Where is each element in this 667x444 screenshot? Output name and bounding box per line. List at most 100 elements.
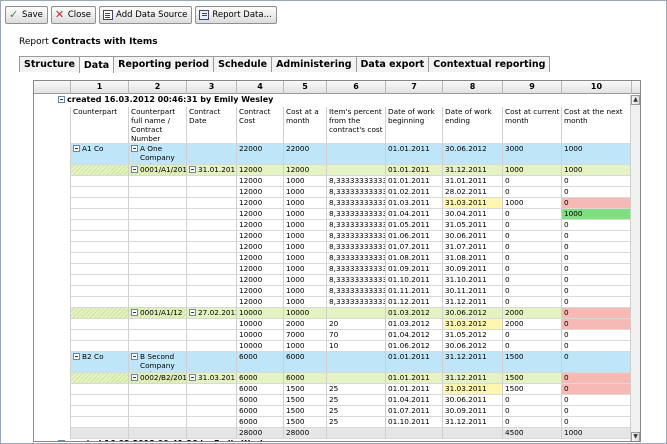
counterpart-row[interactable]: B2 Co B Second Company Ltd. 6000 6000 01.01.… xyxy=(34,352,632,373)
column-header-4[interactable]: Contract Cost xyxy=(237,107,284,144)
next-month-value: 0 xyxy=(564,395,569,404)
column-header-3[interactable]: Contract Date xyxy=(187,107,237,144)
collapse-icon[interactable] xyxy=(73,145,80,152)
collapse-icon[interactable] xyxy=(189,166,196,173)
column-header-6[interactable]: Item's percent from the contract's cost xyxy=(327,107,386,144)
item-row[interactable]: 10000 2000 20 01.03.2012 31.03.2012 2000 0 xyxy=(34,319,632,330)
tab-contextual-reporting[interactable]: Contextual reporting xyxy=(428,56,551,72)
current-month-value: 0 xyxy=(505,406,510,415)
column-number-1[interactable]: 1 xyxy=(71,81,129,94)
month-cost-cell: 10000 xyxy=(284,308,327,319)
percent-value: 8,333333333333 xyxy=(329,209,386,218)
scroll-up-icon[interactable]: ▲ xyxy=(631,95,640,105)
item-row[interactable]: 12000 1000 8,333333333333 01.05.2011 31.05.2… xyxy=(34,220,632,231)
tab-structure[interactable]: Structure xyxy=(19,56,80,72)
column-header-5[interactable]: Cost at a month xyxy=(284,107,327,144)
next-month-cell: 0 xyxy=(562,297,632,308)
contract-row[interactable]: 0002/B2/2011 31.03.2011 6000 6000 01.01.2011… xyxy=(34,373,632,384)
percent-value: 70 xyxy=(329,330,339,339)
tab-data[interactable]: Data xyxy=(78,56,115,73)
collapse-icon[interactable] xyxy=(131,166,138,173)
item-row[interactable]: 12000 1000 8,333333333333 01.10.2011 31.10.2… xyxy=(34,275,632,286)
item-row[interactable]: 10000 1000 10 01.06.2012 30.06.2012 0 0 xyxy=(34,341,632,352)
current-month-cell: 0 xyxy=(503,330,562,341)
item-row[interactable]: 6000 1500 25 01.01.2011 31.03.2011 1500 0 xyxy=(34,384,632,395)
collapse-icon[interactable] xyxy=(189,374,196,381)
full-name-value: 0001/A1/2011 xyxy=(140,165,187,174)
current-month-cell: 2000 xyxy=(503,308,562,319)
column-header-2[interactable]: Counterpart full name / Contract Number xyxy=(129,107,187,144)
column-number-10[interactable]: 10 xyxy=(562,81,632,94)
item-row[interactable]: 10000 7000 70 01.04.2012 31.05.2012 0 0 xyxy=(34,330,632,341)
tab-data-export[interactable]: Data export xyxy=(355,56,430,72)
column-number-3[interactable]: 3 xyxy=(187,81,237,94)
collapse-icon[interactable] xyxy=(189,309,196,316)
collapse-icon[interactable] xyxy=(73,353,80,360)
item-row[interactable]: 12000 1000 8,333333333333 01.11.2011 30.11.2… xyxy=(34,286,632,297)
item-row[interactable]: 12000 1000 8,333333333333 01.12.2011 31.12.2… xyxy=(34,297,632,308)
item-row[interactable]: 12000 1000 8,333333333333 01.01.2011 31.01.2… xyxy=(34,176,632,187)
contract-cost-value: 10000 xyxy=(239,308,263,317)
begin-date-value: 01.03.2012 xyxy=(388,319,430,328)
item-row[interactable]: 12000 1000 8,333333333333 01.04.2011 30.04.2… xyxy=(34,209,632,220)
column-number-5[interactable]: 5 xyxy=(284,81,327,94)
collapse-icon[interactable] xyxy=(131,374,138,381)
contract-row[interactable]: 0001/A1/2011 31.01.2011 12000 12000 01.01.20… xyxy=(34,165,632,176)
item-row[interactable]: 12000 1000 8,333333333333 01.09.2011 30.09.2… xyxy=(34,264,632,275)
row-indent xyxy=(34,231,71,242)
group-header[interactable]: created 16.03.2012 00:41:36 by Emily Wes… xyxy=(34,439,632,441)
end-date-value: 30.09.2011 xyxy=(445,264,487,273)
tab-administering[interactable]: Administering xyxy=(271,56,357,72)
percent-cell: 8,333333333333 xyxy=(327,209,386,220)
column-header-1[interactable]: Counterpart xyxy=(71,107,129,144)
column-header-10[interactable]: Cost at the next month xyxy=(562,107,632,144)
group-header-cell[interactable]: created 16.03.2012 00:46:31 by Emily Wes… xyxy=(56,95,626,107)
percent-value: 8,333333333333 xyxy=(329,220,386,229)
full-name-cell xyxy=(129,275,187,286)
group-header[interactable]: created 16.03.2012 00:46:31 by Emily Wes… xyxy=(34,95,632,107)
column-number-2[interactable]: 2 xyxy=(129,81,187,94)
item-row[interactable]: 12000 1000 8,333333333333 01.06.2011 30.06.2… xyxy=(34,231,632,242)
column-header-8[interactable]: Date of work ending xyxy=(443,107,503,144)
row-indent xyxy=(34,107,71,144)
collapse-icon[interactable] xyxy=(58,440,65,441)
collapse-icon[interactable] xyxy=(131,145,138,152)
item-row[interactable]: 12000 1000 8,333333333333 01.07.2011 31.07.2… xyxy=(34,242,632,253)
column-header-7[interactable]: Date of work beginning xyxy=(386,107,443,144)
save-button[interactable]: ✓ Save xyxy=(5,6,48,24)
end-date-value: 30.06.2012 xyxy=(445,144,487,153)
column-number-9[interactable]: 9 xyxy=(503,81,562,94)
column-number-4[interactable]: 4 xyxy=(237,81,284,94)
column-header-9[interactable]: Cost at current month xyxy=(503,107,562,144)
item-row[interactable]: 6000 1500 25 01.10.2011 31.12.2011 0 0 xyxy=(34,417,632,428)
add-data-source-button[interactable]: Add Data Source xyxy=(99,6,193,24)
contract-cost-value: 12000 xyxy=(239,297,263,306)
counterpart-row[interactable]: A1 Co A One Company Ltd. 22000 22000 01.01.2… xyxy=(34,144,632,165)
full-name-cell xyxy=(129,297,187,308)
column-number-8[interactable]: 8 xyxy=(443,81,503,94)
tab-reporting-period[interactable]: Reporting period xyxy=(113,56,215,72)
vertical-scrollbar[interactable]: ▲ ▼ xyxy=(630,95,640,441)
report-data-button[interactable]: Report Data... xyxy=(195,6,277,24)
current-month-value: 2000 xyxy=(505,308,524,317)
column-number-6[interactable]: 6 xyxy=(327,81,386,94)
row-indent xyxy=(34,330,71,341)
current-month-cell: 1500 xyxy=(503,373,562,384)
contract-row[interactable]: 0001/A1/12 27.02.2012 10000 10000 01.03.2012… xyxy=(34,308,632,319)
next-month-cell: 1000 xyxy=(562,209,632,220)
item-row[interactable]: 12000 1000 8,333333333333 01.02.2011 28.02.2… xyxy=(34,187,632,198)
item-row[interactable]: 12000 1000 8,333333333333 01.08.2011 31.08.2… xyxy=(34,253,632,264)
counterpart-cell xyxy=(71,253,129,264)
month-cost-cell: 1000 xyxy=(284,264,327,275)
group-header-cell[interactable]: created 16.03.2012 00:41:36 by Emily Wes… xyxy=(56,439,626,441)
collapse-icon[interactable] xyxy=(131,353,138,360)
collapse-icon[interactable] xyxy=(58,96,65,103)
item-row[interactable]: 6000 1500 25 01.07.2011 30.09.2011 0 0 xyxy=(34,406,632,417)
close-button[interactable]: ✕ Close xyxy=(50,6,97,24)
collapse-icon[interactable] xyxy=(131,309,138,316)
item-row[interactable]: 12000 1000 8,333333333333 01.03.2011 31.03.2… xyxy=(34,198,632,209)
scroll-down-icon[interactable]: ▼ xyxy=(631,432,640,441)
tab-schedule[interactable]: Schedule xyxy=(213,56,273,72)
column-number-7[interactable]: 7 xyxy=(386,81,443,94)
item-row[interactable]: 6000 1500 25 01.04.2011 30.06.2011 0 0 xyxy=(34,395,632,406)
